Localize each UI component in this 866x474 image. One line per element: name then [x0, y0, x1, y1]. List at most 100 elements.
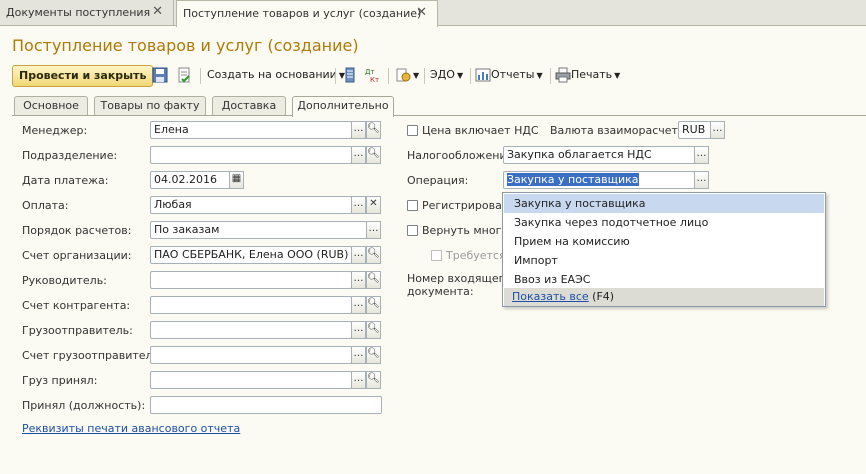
show-all-link[interactable]: Показать все [512, 290, 589, 303]
chevron-down-icon: ▼ [413, 71, 420, 80]
select-button[interactable]: … [351, 346, 366, 364]
dropdown-item[interactable]: Закупка через подотчетное лицо [504, 213, 824, 232]
org-account-field[interactable]: ПАО СБЕРБАНК, Елена ООО (RUB) [150, 246, 352, 264]
search-icon[interactable]: 🔍︎ [366, 146, 381, 164]
price-includes-vat-checkbox[interactable] [407, 125, 418, 136]
shipper-field[interactable] [150, 321, 352, 339]
division-field[interactable] [150, 146, 352, 164]
edo-button[interactable]: ЭДО ▼ [430, 65, 463, 87]
page-title: Поступление товаров и услуг (создание) [12, 36, 359, 55]
document-attach-icon [396, 68, 411, 82]
search-icon[interactable]: 🔍︎ [366, 246, 381, 264]
select-button[interactable]: … [710, 121, 725, 139]
incoming-number-label-line2: документа: [407, 285, 474, 298]
window-tab-receipt-documents[interactable]: Документы поступления ✕ [0, 0, 174, 26]
payment-date-label: Дата платежа: [22, 174, 109, 187]
toolbar-separator [470, 68, 471, 84]
dropdown-footer: Показать все (F4) [504, 288, 824, 306]
search-icon[interactable]: 🔍︎ [366, 121, 381, 139]
select-button[interactable]: … [351, 321, 366, 339]
close-icon[interactable]: ✕ [152, 4, 163, 19]
operation-field[interactable]: Закупка у поставщика [503, 171, 695, 189]
window-tab-label: Документы поступления [6, 6, 151, 19]
select-button[interactable]: … [351, 371, 366, 389]
select-button[interactable]: … [694, 146, 709, 164]
received-position-field[interactable] [150, 396, 382, 414]
tab-additional[interactable]: Дополнительно [292, 96, 394, 117]
toolbar-separator [388, 68, 389, 84]
post-and-close-button[interactable]: Провести и закрыть [12, 65, 154, 87]
reports-button[interactable]: Отчеты ▼ [475, 65, 543, 87]
select-button[interactable]: … [351, 146, 366, 164]
debit-credit-button[interactable]: Дт Кт [364, 65, 380, 87]
dropdown-item[interactable]: Импорт [504, 251, 824, 270]
toolbar: Провести и закрыть Создать на основании ▼… [12, 65, 862, 87]
return-checkbox[interactable] [407, 225, 418, 236]
payment-date-field[interactable]: 04.02.2016 [150, 171, 230, 189]
chevron-down-icon: ▼ [614, 71, 621, 80]
post-button[interactable] [176, 65, 192, 87]
search-icon[interactable]: 🔍︎ [366, 271, 381, 289]
register-checkbox[interactable] [407, 200, 418, 211]
close-icon[interactable]: ✕ [416, 5, 427, 20]
clear-icon[interactable]: ✕ [366, 196, 381, 214]
search-icon[interactable]: 🔍︎ [366, 321, 381, 339]
tab-delivery[interactable]: Доставка [212, 96, 286, 115]
journal-button[interactable] [342, 65, 358, 87]
shipper-account-field[interactable] [150, 346, 352, 364]
settlement-order-field[interactable]: По заказам [150, 221, 367, 239]
print-button[interactable]: Печать ▼ [555, 65, 620, 87]
chevron-down-icon: ▼ [456, 71, 464, 80]
print-requisites-link[interactable]: Реквизиты печати авансового отчета [22, 422, 240, 435]
debit-credit-icon: ДтКт [365, 68, 379, 83]
attachments-button[interactable]: ▼ [395, 65, 419, 87]
select-button[interactable]: … [351, 271, 366, 289]
operation-selected-text: Закупка у поставщика [507, 173, 639, 186]
journal-icon [345, 67, 355, 83]
select-button[interactable]: … [351, 121, 366, 139]
cargo-received-field[interactable] [150, 371, 352, 389]
operation-dropdown: Закупка у поставщика Закупка через подот… [502, 192, 826, 307]
tab-main[interactable]: Основное [14, 96, 88, 115]
window-tab-receipt-create[interactable]: Поступление товаров и услуг (создание) ✕ [176, 0, 438, 27]
incoming-number-label: Номер входящего [407, 272, 512, 285]
required-label: Требуется [446, 249, 506, 262]
window-tab-label: Поступление товаров и услуг (создание) [183, 7, 422, 20]
select-button[interactable]: … [351, 196, 366, 214]
post-document-icon [178, 67, 190, 83]
shipper-account-label: Счет грузоотправителя: [22, 349, 163, 362]
manager-field[interactable]: Елена [150, 121, 352, 139]
currency-field[interactable]: RUB [678, 121, 711, 139]
select-button[interactable]: … [366, 221, 381, 239]
taxation-field[interactable]: Закупка облагается НДС [503, 146, 695, 164]
search-icon[interactable]: 🔍︎ [366, 371, 381, 389]
manager-label: Менеджер: [22, 124, 88, 137]
dropdown-item[interactable]: Ввоз из ЕАЭС [504, 270, 824, 289]
create-based-on-button[interactable]: Создать на основании ▼ [207, 65, 345, 87]
form-tab-bar: Основное Товары по факту Доставка Дополн… [12, 96, 866, 117]
svg-text:Кт: Кт [370, 76, 379, 83]
select-button[interactable]: … [351, 296, 366, 314]
floppy-disk-icon [152, 67, 168, 83]
head-field[interactable] [150, 271, 352, 289]
select-button[interactable]: … [694, 171, 709, 189]
required-checkbox[interactable] [431, 250, 442, 261]
dropdown-item[interactable]: Прием на комиссию [504, 232, 824, 251]
toolbar-separator [200, 68, 201, 84]
counterparty-account-field[interactable] [150, 296, 352, 314]
settlement-order-label: Порядок расчетов: [22, 224, 132, 237]
division-label: Подразделение: [22, 149, 118, 162]
create-based-on-label: Создать на основании [207, 68, 337, 81]
window-tab-bar: Документы поступления ✕ Поступление това… [0, 0, 866, 27]
dropdown-item[interactable]: Закупка у поставщика [504, 194, 824, 213]
save-button[interactable] [152, 65, 168, 87]
price-includes-vat-label: Цена включает НДС [422, 124, 539, 137]
printer-icon [555, 67, 571, 83]
payment-field[interactable]: Любая [150, 196, 352, 214]
search-icon[interactable]: 🔍︎ [366, 346, 381, 364]
head-label: Руководитель: [22, 274, 107, 287]
search-icon[interactable]: 🔍︎ [366, 296, 381, 314]
tab-goods-actual[interactable]: Товары по факту [94, 96, 206, 115]
select-button[interactable]: … [351, 246, 366, 264]
calendar-icon[interactable]: ▦ [229, 171, 244, 189]
